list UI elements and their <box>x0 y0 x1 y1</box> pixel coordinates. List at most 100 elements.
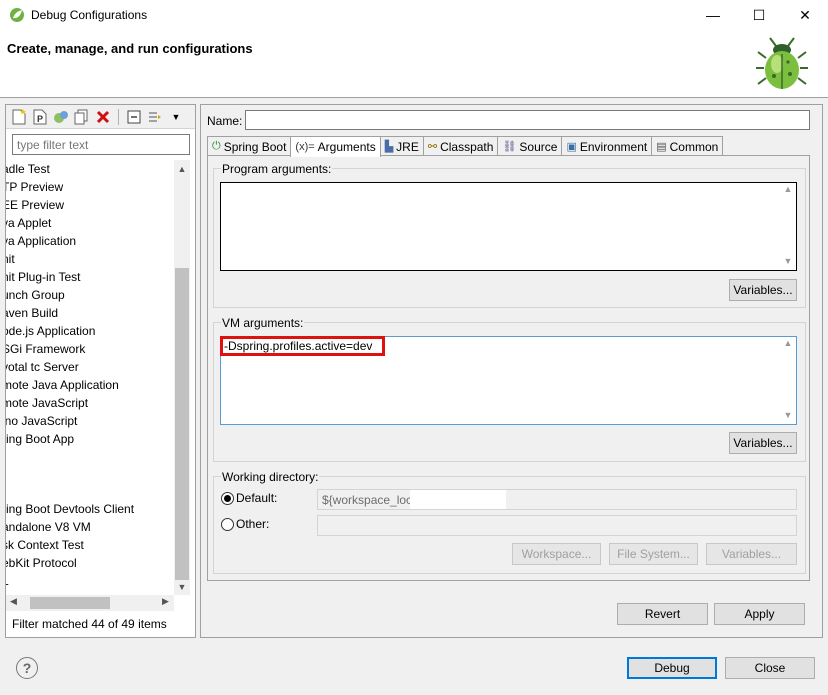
tree-item[interactable]: mote Java Application <box>6 376 170 394</box>
spring-app-icon <box>10 8 24 22</box>
tree-item[interactable]: ode.js Application <box>6 322 170 340</box>
filter-input[interactable] <box>12 134 190 155</box>
tab-arguments[interactable]: (x)= Arguments <box>290 136 381 157</box>
default-radio[interactable] <box>221 492 234 505</box>
tree-horizontal-scroll-thumb[interactable] <box>30 597 110 609</box>
tree-item[interactable]: nit Plug-in Test <box>6 268 170 286</box>
delete-icon[interactable] <box>94 108 112 126</box>
tree-item[interactable]: unch Group <box>6 286 170 304</box>
classpath-icon: ⚯ <box>427 141 438 153</box>
tree-item[interactable]: ebKit Protocol <box>6 554 170 572</box>
toolbar-separator <box>118 108 119 125</box>
name-label: Name: <box>207 114 243 128</box>
tree-item[interactable]: va Application <box>6 232 170 250</box>
default-radio-label[interactable]: Default: <box>236 491 277 505</box>
tree-item[interactable]: ino JavaScript <box>6 412 170 430</box>
tree-items-top: adle Test TP Preview EE Preview va Apple… <box>6 160 174 448</box>
environment-icon: ▣ <box>566 141 577 153</box>
scroll-left-icon[interactable]: ◀ <box>10 596 17 607</box>
tree-items-bottom: ring Boot Devtools Client andalone V8 VM… <box>6 500 174 590</box>
close-button[interactable]: Close <box>725 657 815 679</box>
tree-item[interactable]: ring Boot App <box>6 430 170 448</box>
tree-item[interactable]: nit <box>6 250 170 268</box>
default-field-selection <box>410 490 506 509</box>
workspace-button[interactable]: Workspace... <box>512 543 601 565</box>
maximize-button[interactable]: ☐ <box>736 0 782 30</box>
tree-item[interactable]: votal tc Server <box>6 358 170 376</box>
arguments-icon: (x)= <box>295 141 315 153</box>
filter-status-text: Filter matched 44 of 49 items <box>12 617 167 631</box>
tab-label: JRE <box>396 139 419 154</box>
scroll-down-icon[interactable]: ▼ <box>781 256 795 266</box>
duplicate-icon[interactable] <box>73 108 91 126</box>
revert-button[interactable]: Revert <box>617 603 708 625</box>
name-input[interactable] <box>245 110 810 130</box>
svg-text:P: P <box>37 114 43 124</box>
help-icon[interactable]: ? <box>16 657 38 679</box>
filter-menu-icon[interactable] <box>146 108 164 126</box>
scroll-down-icon[interactable]: ▼ <box>174 580 190 594</box>
tree-item[interactable]: aven Build <box>6 304 170 322</box>
tab-label: Spring Boot <box>223 139 287 154</box>
tab-label: Common <box>669 139 719 154</box>
debug-button[interactable]: Debug <box>627 657 717 679</box>
other-radio[interactable] <box>221 518 234 531</box>
radio-selected-dot <box>224 495 231 502</box>
chevron-down-icon[interactable]: ▼ <box>167 108 185 126</box>
common-icon: ▤ <box>656 141 667 153</box>
tab-jre[interactable]: ▙ JRE <box>379 136 424 156</box>
new-prototype-icon[interactable]: P <box>31 108 49 126</box>
program-variables-button[interactable]: Variables... <box>729 279 797 301</box>
scroll-up-icon[interactable]: ▲ <box>781 184 795 194</box>
tree-item[interactable]: sk Context Test <box>6 536 170 554</box>
tree-item[interactable]: ring Boot Devtools Client <box>6 500 170 518</box>
collapse-all-icon[interactable] <box>125 108 143 126</box>
tree-item[interactable]: andalone V8 VM <box>6 518 170 536</box>
left-toolbar: P ▼ <box>6 105 195 129</box>
default-directory-field: ${workspace_loc <box>317 489 797 510</box>
tab-classpath[interactable]: ⚯ Classpath <box>422 136 499 156</box>
new-config-icon[interactable] <box>10 108 28 126</box>
close-window-button[interactable]: ✕ <box>782 0 828 30</box>
tree-item[interactable]: SGi Framework <box>6 340 170 358</box>
other-radio-label[interactable]: Other: <box>236 517 269 531</box>
program-arguments-label: Program arguments: <box>221 162 333 176</box>
tree-item[interactable]: EE Preview <box>6 196 170 214</box>
tab-label: Source <box>519 139 558 154</box>
tab-common[interactable]: ▤ Common <box>651 136 724 156</box>
scroll-down-icon[interactable]: ▼ <box>781 410 795 420</box>
source-icon: ⛓ <box>502 141 517 153</box>
export-icon[interactable] <box>52 108 70 126</box>
tree-vertical-scroll-thumb[interactable] <box>175 268 189 580</box>
scroll-right-icon[interactable]: ▶ <box>162 596 169 607</box>
scroll-up-icon[interactable]: ▲ <box>174 162 190 176</box>
configuration-tree: adle Test TP Preview EE Preview va Apple… <box>6 160 174 595</box>
program-arguments-textarea[interactable] <box>220 182 797 271</box>
vm-variables-button[interactable]: Variables... <box>729 432 797 454</box>
file-system-button[interactable]: File System... <box>609 543 698 565</box>
tree-hidden-gap <box>6 448 174 500</box>
window-title: Debug Configurations <box>31 8 148 22</box>
tree-item[interactable]: mote JavaScript <box>6 394 170 412</box>
working-dir-variables-button[interactable]: Variables... <box>706 543 797 565</box>
working-directory-label: Working directory: <box>221 470 320 484</box>
tab-label: Classpath <box>440 139 494 154</box>
scroll-up-icon[interactable]: ▲ <box>781 338 795 348</box>
tab-spring-boot[interactable]: ⏻ Spring Boot <box>207 136 292 156</box>
apply-button[interactable]: Apply <box>714 603 805 625</box>
config-tabs: ⏻ Spring Boot (x)= Arguments ▙ JRE ⚯ Cla… <box>207 136 724 157</box>
power-icon: ⏻ <box>212 140 221 152</box>
banner-title: Create, manage, and run configurations <box>7 41 253 56</box>
tree-item[interactable]: L <box>6 572 170 590</box>
debug-bug-icon <box>756 37 808 89</box>
minimize-button[interactable]: — <box>690 0 736 30</box>
tab-source[interactable]: ⛓ Source <box>497 136 563 156</box>
tab-environment[interactable]: ▣ Environment <box>561 136 653 156</box>
jre-icon: ▙ <box>384 141 394 153</box>
tab-label: Environment <box>579 139 648 154</box>
tree-item[interactable]: TP Preview <box>6 178 170 196</box>
tree-item[interactable]: va Applet <box>6 214 170 232</box>
tree-item[interactable]: adle Test <box>6 160 170 178</box>
other-directory-field <box>317 515 797 536</box>
tab-label: Arguments <box>317 140 376 154</box>
